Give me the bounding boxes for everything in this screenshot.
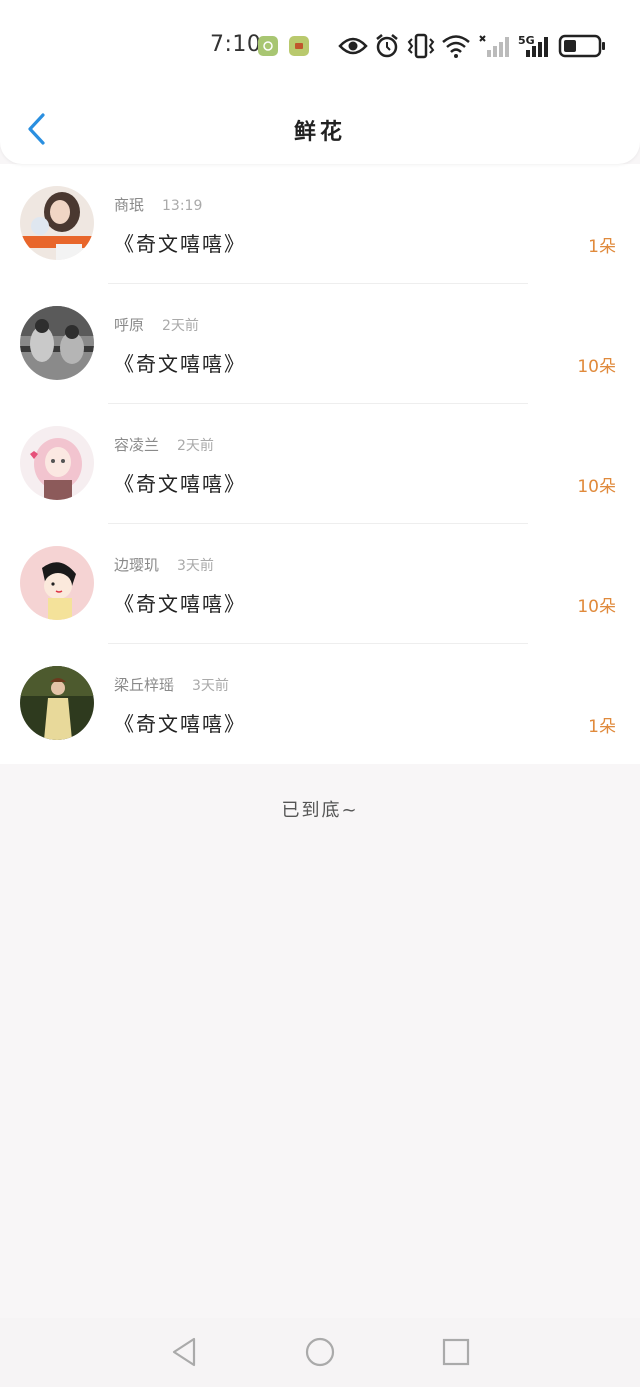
- timestamp: 13:19: [162, 198, 203, 214]
- status-time: 7:10: [210, 32, 262, 57]
- row-meta: 商珉 13:19: [114, 194, 202, 215]
- avatar[interactable]: [20, 426, 94, 500]
- status-bar: 7:10 5G: [0, 0, 640, 92]
- flower-count: 1朵: [588, 237, 616, 257]
- avatar[interactable]: [20, 306, 94, 380]
- list-item[interactable]: 容凌兰 2天前 《奇文嘻嘻》 10朵: [0, 404, 640, 524]
- row-meta: 容凌兰 2天前: [114, 434, 214, 455]
- home-circle-icon[interactable]: [305, 1336, 335, 1368]
- sender-name: 商珉: [114, 196, 145, 214]
- row-meta: 梁丘梓瑶 3天前: [114, 674, 229, 695]
- flower-count: 10朵: [577, 357, 616, 377]
- timestamp: 3天前: [177, 558, 214, 574]
- sender-name: 容凌兰: [114, 436, 160, 454]
- page-title: 鲜花: [293, 120, 346, 145]
- avatar[interactable]: [20, 186, 94, 260]
- book-title[interactable]: 《奇文嘻嘻》: [114, 348, 246, 377]
- book-title[interactable]: 《奇文嘻嘻》: [114, 468, 246, 497]
- flower-list: 商珉 13:19 《奇文嘻嘻》 1朵 呼原 2天前 《奇文嘻嘻》 10朵 容凌兰…: [0, 164, 640, 764]
- list-item[interactable]: 呼原 2天前 《奇文嘻嘻》 10朵: [0, 284, 640, 404]
- timestamp: 3天前: [192, 678, 229, 694]
- alarm-icon: [376, 34, 398, 58]
- system-nav-bar: [0, 1318, 640, 1387]
- book-title[interactable]: 《奇文嘻嘻》: [114, 708, 246, 737]
- app-notification-icon: [289, 36, 309, 56]
- sender-name: 边璎玑: [114, 556, 160, 574]
- back-triangle-icon[interactable]: [170, 1336, 198, 1368]
- list-item[interactable]: 边璎玑 3天前 《奇文嘻嘻》 10朵: [0, 524, 640, 644]
- row-meta: 边璎玑 3天前: [114, 554, 214, 575]
- battery-icon: [558, 34, 605, 58]
- app-notification-icon: [258, 36, 278, 56]
- book-title[interactable]: 《奇文嘻嘻》: [114, 228, 246, 257]
- signal-off-icon: [479, 35, 509, 57]
- book-title[interactable]: 《奇文嘻嘻》: [114, 588, 246, 617]
- list-item[interactable]: 商珉 13:19 《奇文嘻嘻》 1朵: [0, 164, 640, 284]
- row-meta: 呼原 2天前: [114, 314, 199, 335]
- flower-count: 1朵: [588, 717, 616, 737]
- signal-icon: [526, 37, 548, 57]
- vibrate-icon: [407, 33, 435, 59]
- timestamp: 2天前: [162, 318, 199, 334]
- sender-name: 梁丘梓瑶: [114, 676, 175, 694]
- flower-count: 10朵: [577, 477, 616, 497]
- eye-icon: [338, 37, 368, 55]
- avatar[interactable]: [20, 546, 94, 620]
- recents-square-icon[interactable]: [441, 1336, 471, 1368]
- header: 7:10 5G 鲜花: [0, 0, 640, 164]
- end-of-list-text: 已到底~: [281, 800, 359, 821]
- list-item[interactable]: 梁丘梓瑶 3天前 《奇文嘻嘻》 1朵: [0, 644, 640, 764]
- nav-bar: 鲜花: [0, 92, 640, 164]
- avatar[interactable]: [20, 666, 94, 740]
- wifi-icon: [442, 35, 470, 58]
- flower-count: 10朵: [577, 597, 616, 617]
- timestamp: 2天前: [177, 438, 214, 454]
- sender-name: 呼原: [114, 316, 145, 334]
